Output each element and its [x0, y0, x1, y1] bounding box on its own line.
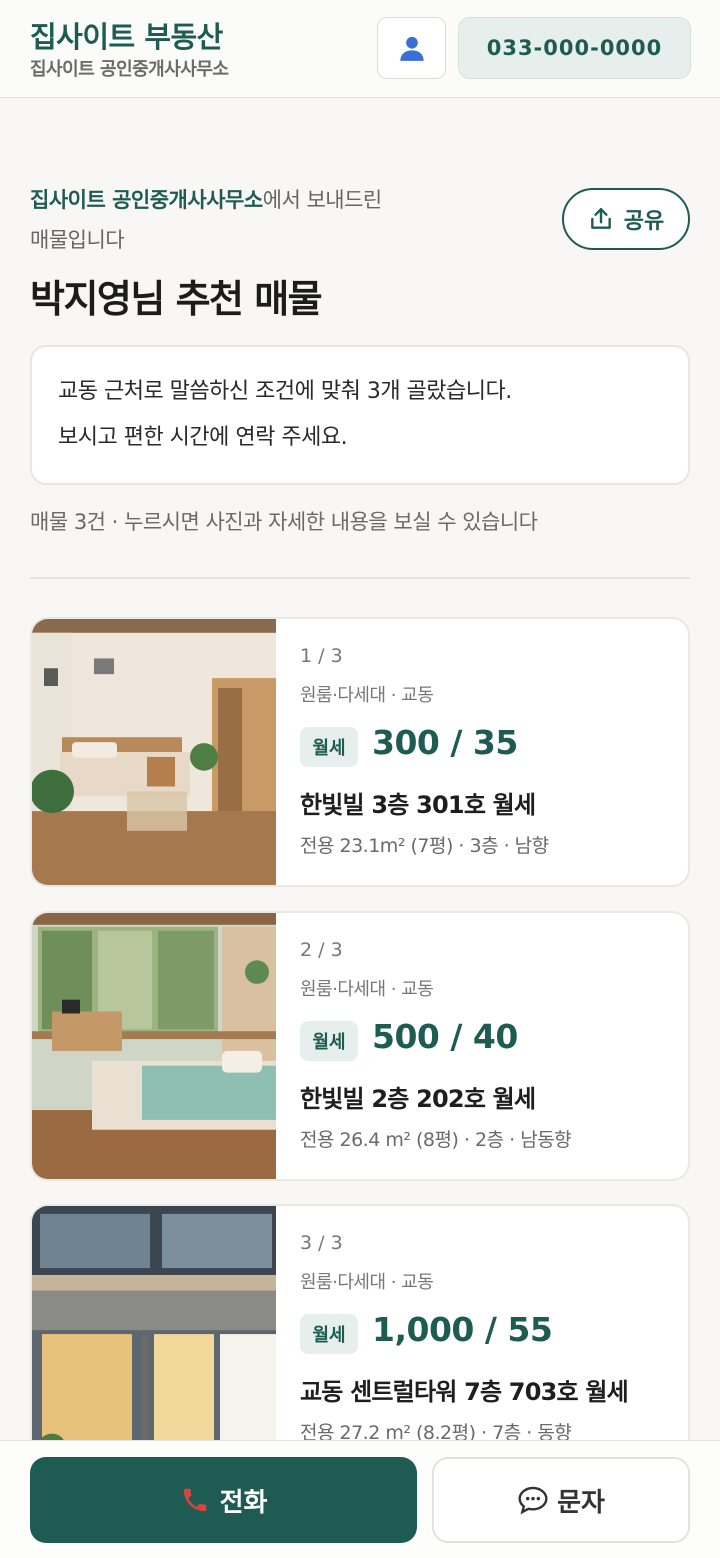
call-button[interactable]: 전화: [30, 1457, 417, 1543]
listing-name: 한빛빌 2층 202호 월세: [300, 1085, 536, 1113]
call-label: 전화: [219, 1487, 268, 1518]
listing-type: 원룸·다세대 · 교동: [300, 979, 434, 1000]
listing-count-hint: 매물 3건 · 누르시면 사진과 자세한 내용을 보실 수 있습니다: [30, 510, 538, 534]
user-button[interactable]: [377, 17, 446, 79]
listing-card-1[interactable]: 1 / 3 원룸·다세대 · 교동 월세 300 / 35 한빛빌 3층 301…: [30, 617, 690, 887]
listing-price: 1,000 / 55: [372, 1310, 553, 1349]
brand-title[interactable]: 집사이트 부동산: [30, 14, 223, 56]
message-line-2: 보시고 편한 시간에 연락 주세요.: [58, 425, 348, 450]
deal-type-badge: 월세: [300, 727, 358, 767]
listing-spec: 전용 23.1m² (7평) · 3층 · 남향: [300, 835, 549, 857]
share-button[interactable]: 공유: [562, 188, 690, 250]
listing-name: 교동 센트럴타워 7층 703호 월세: [300, 1378, 629, 1406]
building-exterior-photo: [32, 1206, 276, 1472]
divider: [30, 577, 690, 579]
phone-icon: [183, 1488, 206, 1512]
agent-message: 교동 근처로 말씀하신 조건에 맞춰 3개 골랐습니다. 보시고 편한 시간에 …: [30, 345, 690, 485]
listing-index: 1 / 3: [300, 645, 343, 667]
listing-card-3[interactable]: 3 / 3 원룸·다세대 · 교동 월세 1,000 / 55 교동 센트럴타워…: [30, 1204, 690, 1474]
intro-text-line2: 매물입니다: [30, 228, 125, 252]
listing-type: 원룸·다세대 · 교동: [300, 1272, 434, 1293]
brand-subtitle: 집사이트 공인중개사사무소: [30, 59, 229, 80]
phone-number-button[interactable]: 033-000-0000: [458, 17, 691, 79]
chat-bubble-icon: [518, 1486, 548, 1515]
share-icon: [590, 208, 611, 229]
listing-index: 2 / 3: [300, 939, 343, 961]
listing-index: 3 / 3: [300, 1232, 343, 1254]
page-title: 박지영님 추천 매물: [30, 277, 323, 321]
deal-type-badge: 월세: [300, 1314, 358, 1354]
listing-price: 500 / 40: [372, 1017, 518, 1056]
listing-spec: 전용 26.4 m² (8평) · 2층 · 남동향: [300, 1129, 572, 1151]
bottom-action-bar: 전화 문자: [0, 1440, 720, 1558]
bright-studio-photo: [32, 913, 276, 1179]
deal-type-badge: 월세: [300, 1021, 358, 1061]
office-name: 집사이트 공인중개사사무소: [30, 188, 263, 212]
app-header: 집사이트 부동산 집사이트 공인중개사사무소 033-000-0000: [0, 0, 720, 98]
user-icon: [399, 36, 424, 61]
listing-price: 300 / 35: [372, 723, 518, 762]
message-line-1: 교동 근처로 말씀하신 조건에 맞춰 3개 골랐습니다.: [58, 379, 512, 404]
intro-text-after: 에서 보내드린: [262, 188, 383, 212]
listing-name: 한빛빌 3층 301호 월세: [300, 791, 536, 819]
intro-text: 집사이트 공인중개사사무소에서 보내드린 매물입니다: [30, 180, 450, 260]
sms-label: 문자: [557, 1487, 605, 1518]
share-label: 공유: [623, 209, 665, 234]
listing-card-2[interactable]: 2 / 3 원룸·다세대 · 교동 월세 500 / 40 한빛빌 2층 202…: [30, 911, 690, 1181]
listing-type: 원룸·다세대 · 교동: [300, 685, 434, 706]
studio-room-photo: [32, 619, 276, 885]
sms-button[interactable]: 문자: [432, 1457, 690, 1543]
